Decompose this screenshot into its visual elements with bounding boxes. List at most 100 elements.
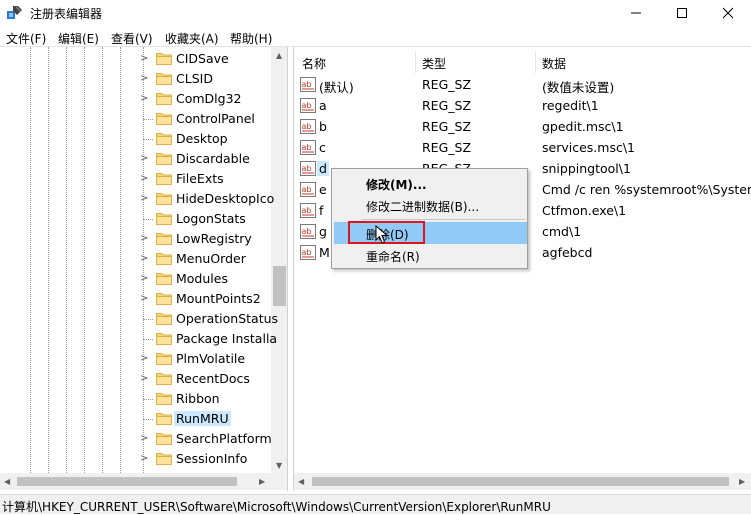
- tree-item[interactable]: > LowRegistry: [138, 229, 272, 249]
- registry-values-pane[interactable]: 名称 类型 数据 ◀ ▶ ab (默认) REG_SZ (数值未设置) ab a REG_S…: [293, 47, 751, 491]
- folder-icon: [156, 413, 172, 425]
- expand-chevron-icon[interactable]: >: [140, 192, 150, 206]
- registry-value-row[interactable]: ab b REG_SZ gpedit.msc\1: [294, 116, 751, 137]
- tree-item[interactable]: > CLSID: [138, 69, 272, 89]
- column-header-data[interactable]: 数据: [542, 51, 566, 73]
- expand-chevron-icon[interactable]: >: [140, 452, 150, 466]
- value-data: Ctfmon.exe\1: [542, 203, 627, 218]
- tree-item[interactable]: Ribbon: [138, 389, 272, 409]
- folder-icon: [156, 293, 172, 305]
- scroll-right-arrow-icon[interactable]: ▶: [739, 477, 745, 486]
- tree-item-label: PlmVolatile: [176, 351, 246, 366]
- close-button[interactable]: [705, 0, 751, 26]
- column-header-type[interactable]: 类型: [422, 51, 446, 73]
- tree-item-label: MenuOrder: [176, 251, 246, 266]
- menu-help[interactable]: 帮助(H): [230, 30, 272, 47]
- menu-view[interactable]: 查看(V): [111, 30, 153, 47]
- tree-horizontal-scroll-thumb[interactable]: [17, 477, 237, 486]
- expand-chevron-icon[interactable]: >: [140, 292, 150, 306]
- menu-favorites[interactable]: 收藏夹(A): [165, 30, 219, 47]
- maximize-icon: [677, 8, 687, 18]
- tree-item[interactable]: > RecentDocs: [138, 369, 272, 389]
- expand-chevron-icon[interactable]: >: [140, 92, 150, 106]
- tree-item-label: ComDlg32: [176, 91, 242, 106]
- column-divider[interactable]: [415, 51, 416, 73]
- value-name: c: [319, 140, 326, 155]
- value-name: d: [317, 161, 329, 176]
- value-name: b: [319, 119, 327, 134]
- scrollbar-corner: [271, 473, 287, 490]
- column-divider[interactable]: [535, 51, 536, 73]
- string-value-icon: ab: [300, 98, 316, 113]
- expand-chevron-icon[interactable]: >: [140, 52, 150, 66]
- maximize-button[interactable]: [659, 0, 705, 26]
- tree-item[interactable]: OperationStatus: [138, 309, 278, 329]
- tree-item[interactable]: > ComDlg32: [138, 89, 272, 109]
- tree-item[interactable]: Package Installa: [138, 329, 277, 349]
- scroll-right-arrow-icon[interactable]: ▶: [259, 477, 265, 486]
- tree-item[interactable]: RunMRU: [138, 409, 272, 429]
- tree-item[interactable]: > SessionInfo: [138, 449, 272, 469]
- tree-vertical-scrollbar[interactable]: [271, 47, 287, 473]
- tree-item[interactable]: > MountPoints2: [138, 289, 272, 309]
- tree-item[interactable]: > CIDSave: [138, 49, 272, 69]
- scroll-down-arrow-icon[interactable]: ▼: [276, 461, 282, 470]
- menu-file[interactable]: 文件(F): [6, 30, 46, 47]
- registry-path: 计算机\HKEY_CURRENT_USER\Software\Microsoft…: [2, 500, 551, 514]
- tree-item-label: FileExts: [176, 171, 224, 186]
- tree-item[interactable]: > MenuOrder: [138, 249, 272, 269]
- folder-icon: [156, 53, 172, 65]
- expand-chevron-icon[interactable]: >: [140, 372, 150, 386]
- tree-item[interactable]: > Discardable: [138, 149, 272, 169]
- values-horizontal-scroll-thumb[interactable]: [312, 477, 729, 486]
- svg-text:ab: ab: [302, 80, 312, 89]
- scroll-left-arrow-icon[interactable]: ◀: [298, 477, 304, 486]
- tree-item[interactable]: Desktop: [138, 129, 272, 149]
- tree-branch-line: [143, 219, 153, 220]
- folder-icon: [156, 453, 172, 465]
- regedit-app-icon: [7, 6, 22, 19]
- tree-item[interactable]: > PlmVolatile: [138, 349, 272, 369]
- expand-chevron-icon[interactable]: >: [140, 172, 150, 186]
- minimize-button[interactable]: [613, 0, 659, 26]
- context-modify[interactable]: 修改(M)...: [334, 172, 527, 194]
- value-name: e: [319, 182, 327, 197]
- expand-chevron-icon[interactable]: >: [140, 152, 150, 166]
- registry-value-row[interactable]: ab (默认) REG_SZ (数值未设置): [294, 74, 751, 95]
- tree-guide-line: [48, 47, 49, 473]
- registry-value-row[interactable]: ab a REG_SZ regedit\1: [294, 95, 751, 116]
- value-name: (默认): [319, 80, 354, 95]
- menu-edit[interactable]: 编辑(E): [58, 30, 99, 47]
- svg-text:ab: ab: [302, 227, 312, 236]
- tree-item[interactable]: > Modules: [138, 269, 272, 289]
- expand-chevron-icon[interactable]: >: [140, 252, 150, 266]
- expand-chevron-icon[interactable]: >: [140, 272, 150, 286]
- expand-chevron-icon[interactable]: >: [140, 232, 150, 246]
- registry-tree-pane[interactable]: ▲ ▼ ◀ ▶ > CIDSave > CLSID > ComDlg32 ControlPa…: [0, 47, 288, 491]
- expand-chevron-icon[interactable]: >: [140, 352, 150, 366]
- tree-item-label: SessionInfo: [176, 451, 248, 466]
- string-value-icon: ab: [300, 77, 316, 92]
- context-rename[interactable]: 重命名(R): [334, 244, 527, 266]
- tree-branch-line: [143, 399, 153, 400]
- tree-vertical-scroll-thumb[interactable]: [273, 266, 286, 306]
- tree-item[interactable]: > FileExts: [138, 169, 272, 189]
- context-modify-binary[interactable]: 修改二进制数据(B)...: [334, 194, 527, 216]
- column-header-name[interactable]: 名称: [302, 51, 326, 73]
- expand-chevron-icon[interactable]: >: [140, 432, 150, 446]
- string-value-icon: ab: [300, 182, 316, 197]
- folder-icon: [156, 193, 172, 205]
- tree-item[interactable]: ControlPanel: [138, 109, 272, 129]
- window-title: 注册表编辑器: [30, 7, 103, 21]
- tree-item[interactable]: LogonStats: [138, 209, 272, 229]
- registry-value-row[interactable]: ab c REG_SZ services.msc\1: [294, 137, 751, 158]
- tree-guide-line: [84, 47, 85, 473]
- tree-item[interactable]: > SearchPlatform: [138, 429, 272, 449]
- string-value-icon: ab: [300, 203, 316, 218]
- context-menu: 修改(M)... 修改二进制数据(B)... 删除(D) 重命名(R): [331, 168, 528, 269]
- scroll-left-arrow-icon[interactable]: ◀: [4, 477, 10, 486]
- expand-chevron-icon[interactable]: >: [140, 72, 150, 86]
- scroll-up-arrow-icon[interactable]: ▲: [276, 51, 282, 60]
- svg-text:ab: ab: [302, 248, 312, 257]
- tree-item[interactable]: > HideDesktopIco: [138, 189, 274, 209]
